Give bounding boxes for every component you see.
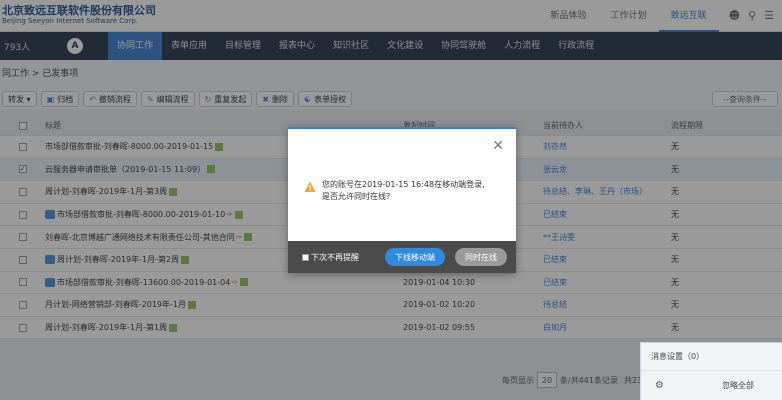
message-panel: 消息设置（0） ⚙ 忽略全部: [640, 342, 782, 400]
message-settings[interactable]: 消息设置（0）: [641, 343, 782, 371]
dialog-message-line1: 您的账号在2019-01-15 16:48在移动端登录,: [322, 180, 485, 189]
dont-remind-checkbox[interactable]: 下次不再提醒: [302, 252, 359, 263]
warning-icon: [304, 181, 316, 192]
dialog-footer: 下次不再提醒 下线移动端 同时在线: [288, 241, 516, 273]
stay-online-button[interactable]: 同时在线: [455, 248, 507, 266]
dialog-message-line2: 是否允许同时在线?: [322, 192, 391, 201]
ignore-all-button[interactable]: 忽略全部: [722, 380, 754, 391]
dialog-body: 您的账号在2019-01-15 16:48在移动端登录, 是否允许同时在线?: [304, 179, 506, 203]
close-icon[interactable]: ✕: [492, 139, 504, 153]
checkbox-box: [302, 253, 309, 261]
gear-icon[interactable]: ⚙: [655, 380, 664, 391]
concurrent-login-dialog: ✕ 您的账号在2019-01-15 16:48在移动端登录, 是否允许同时在线?…: [288, 127, 516, 273]
offline-mobile-button[interactable]: 下线移动端: [385, 248, 445, 266]
